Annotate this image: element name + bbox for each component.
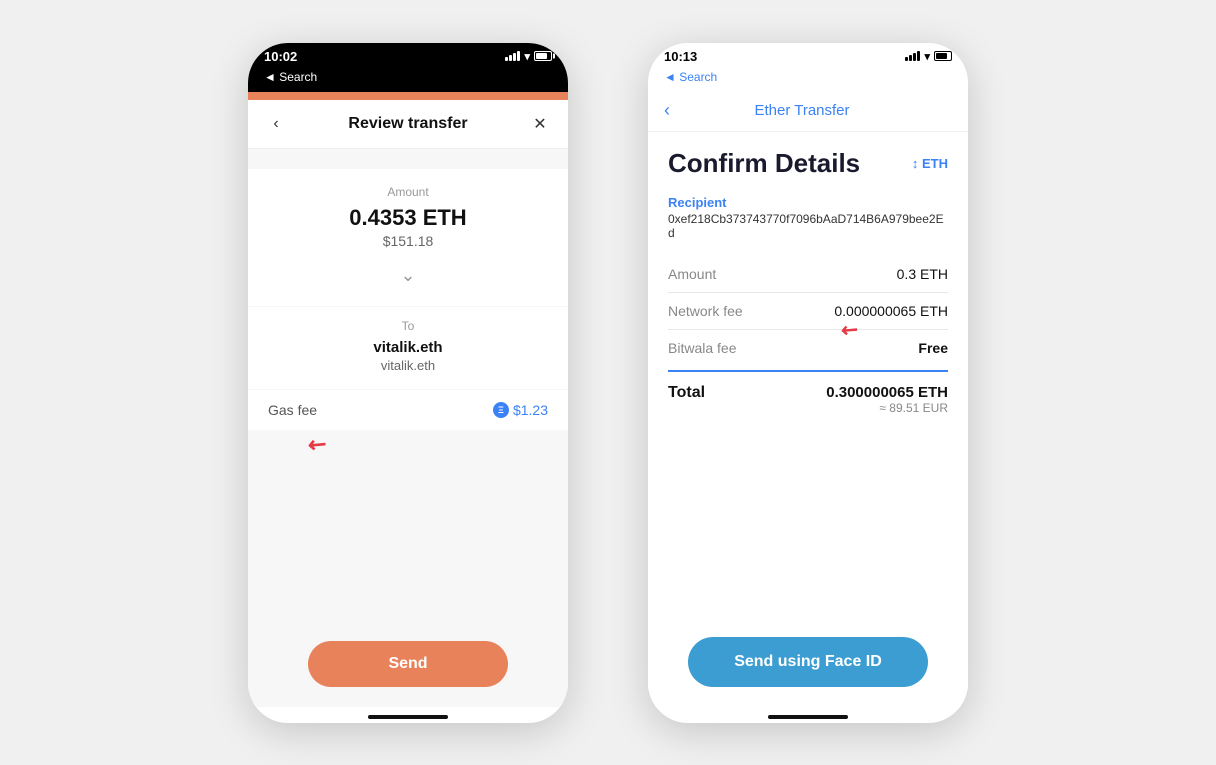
amount-usd: $151.18 <box>383 233 434 249</box>
page-title-1: Review transfer <box>348 115 467 133</box>
send-button[interactable]: Send <box>308 641 508 687</box>
face-id-button[interactable]: Send using Face ID <box>688 637 928 687</box>
search-back-label: ◄ Search <box>264 70 317 84</box>
wifi-icon: ▾ <box>524 50 530 63</box>
back-button-1[interactable]: ‹ <box>264 112 288 136</box>
to-name: vitalik.eth <box>373 339 442 356</box>
detail-value-amount: 0.3 ETH <box>897 266 948 282</box>
confirm-header: Confirm Details ↕ ETH <box>668 148 948 179</box>
recipient-label: Recipient <box>668 195 948 210</box>
to-label: To <box>402 319 415 333</box>
page-title-2: Ether Transfer <box>670 102 934 119</box>
to-address: vitalik.eth <box>381 358 435 373</box>
phone-2: 10:13 ▾ ◄ Search ‹ Ether Transfer C <box>648 43 968 723</box>
home-indicator-1 <box>248 707 568 723</box>
amount-label: Amount <box>387 185 428 199</box>
status-bar-2: 10:13 ▾ <box>648 43 968 68</box>
battery-icon <box>534 51 552 61</box>
detail-row-bitwala-fee: Bitwala fee Free <box>668 330 948 366</box>
recipient-address: 0xef218Cb373743770f7096bAaD714B6A979bee2… <box>668 212 948 240</box>
gas-fee-section: Gas fee Ξ $1.23 ↗ <box>248 390 568 430</box>
close-button-1[interactable]: ✕ <box>528 112 552 136</box>
detail-label-amount: Amount <box>668 266 716 282</box>
detail-row-amount: Amount 0.3 ETH <box>668 256 948 293</box>
detail-value-bitwala-fee: Free <box>918 340 948 356</box>
to-section: To vitalik.eth vitalik.eth <box>248 307 568 389</box>
wifi-icon-2: ▾ <box>924 50 930 63</box>
send-btn-wrap: Send <box>248 621 568 707</box>
phone2-content: Confirm Details ↕ ETH Recipient 0xef218C… <box>648 132 968 707</box>
home-indicator-2 <box>648 707 968 723</box>
gas-fee-amount: $1.23 <box>513 402 548 418</box>
total-value: 0.300000065 ETH <box>826 384 948 401</box>
amount-section: Amount 0.4353 ETH $151.18 ⌄ <box>248 169 568 306</box>
nav-bar-1: ‹ Review transfer ✕ <box>248 100 568 149</box>
time-1: 10:02 <box>264 49 297 64</box>
nav-bar-2: ‹ Ether Transfer <box>648 92 968 132</box>
chevron-down-icon: ⌄ <box>400 265 415 286</box>
signal-icon-2 <box>905 51 920 61</box>
total-eur: ≈ 89.51 EUR <box>826 401 948 415</box>
search-bar-1: ◄ Search <box>248 68 568 92</box>
eth-toggle[interactable]: ↕ ETH <box>912 156 948 171</box>
detail-label-bitwala-fee: Bitwala fee <box>668 340 736 356</box>
status-icons-1: ▾ <box>505 50 552 63</box>
total-row: Total 0.300000065 ETH ≈ 89.51 EUR <box>668 370 948 419</box>
status-bar-1: 10:02 ▾ <box>248 43 568 68</box>
total-value-wrap: 0.300000065 ETH ≈ 89.51 EUR <box>826 384 948 415</box>
battery-icon-2 <box>934 51 952 61</box>
search-back-label-2: ◄ Search <box>664 70 717 84</box>
face-id-wrap: Send using Face ID <box>668 621 948 707</box>
eth-small-icon: Ξ <box>493 402 509 418</box>
amount-eth: 0.4353 ETH <box>349 205 466 231</box>
recipient-section: Recipient 0xef218Cb373743770f7096bAaD714… <box>668 195 948 240</box>
gas-fee-label: Gas fee <box>268 402 317 418</box>
gas-fee-value: Ξ $1.23 <box>493 402 548 418</box>
annotation-arrow-1: ↗ <box>302 429 333 461</box>
total-label: Total <box>668 384 705 402</box>
detail-label-network-fee: Network fee <box>668 303 743 319</box>
phone1-content: Amount 0.4353 ETH $151.18 ⌄ To vitalik.e… <box>248 149 568 707</box>
detail-rows: Amount 0.3 ETH Network fee 0.000000065 E… <box>668 256 948 366</box>
home-bar-2 <box>768 715 848 719</box>
detail-row-network-fee: Network fee 0.000000065 ETH ↗ <box>668 293 948 330</box>
orange-header-strip <box>248 92 568 100</box>
confirm-title: Confirm Details <box>668 148 860 179</box>
status-icons-2: ▾ <box>905 50 952 63</box>
home-bar-1 <box>368 715 448 719</box>
signal-icon <box>505 51 520 61</box>
search-bar-2: ◄ Search <box>648 68 968 92</box>
phone-1: 10:02 ▾ ◄ Search ‹ Review transfer ✕ <box>248 43 568 723</box>
time-2: 10:13 <box>664 49 697 64</box>
